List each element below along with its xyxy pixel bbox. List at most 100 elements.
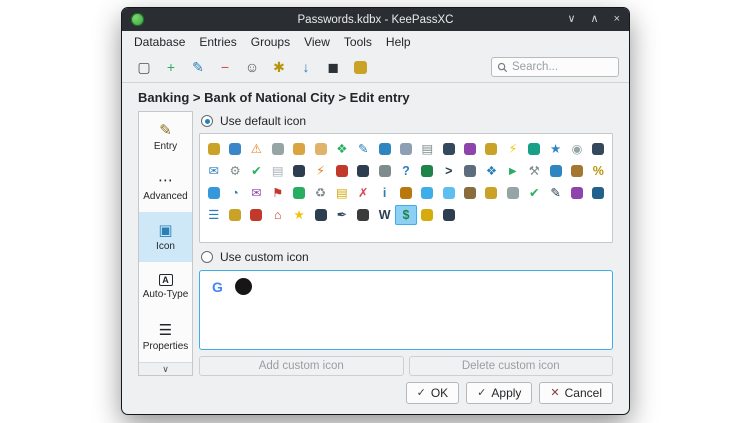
default-icon-key[interactable] — [203, 139, 224, 159]
menu-item-database[interactable]: Database — [127, 33, 192, 51]
search-input[interactable] — [512, 61, 613, 73]
default-icon-world[interactable] — [224, 139, 245, 159]
apply-button[interactable]: ✓ Apply — [466, 382, 532, 404]
default-icon-lock-open[interactable] — [481, 183, 502, 203]
default-icon-user-key[interactable] — [224, 205, 245, 225]
edit-entry-button[interactable]: ✎ — [186, 55, 210, 79]
default-icon-checked[interactable]: ✔ — [524, 183, 545, 203]
maximize-icon[interactable]: ∧ — [591, 14, 599, 25]
default-icon-money[interactable]: $ — [395, 205, 416, 225]
default-icon-scanner[interactable] — [524, 139, 545, 159]
delete-entry-button[interactable]: − — [213, 55, 237, 79]
default-icon-paper-question[interactable]: ? — [395, 161, 416, 181]
default-icon-ir-communication[interactable] — [459, 139, 480, 159]
default-icon-list[interactable]: ☰ — [203, 205, 224, 225]
default-icon-phone[interactable] — [438, 205, 459, 225]
default-icon-network-server[interactable] — [267, 139, 288, 159]
default-icon-note[interactable]: ▤ — [331, 183, 352, 203]
default-icon-terminal-encrypted[interactable] — [417, 161, 438, 181]
default-icon-tux[interactable] — [310, 205, 331, 225]
default-icon-info[interactable]: i — [374, 183, 395, 203]
default-icon-folder-open[interactable] — [438, 183, 459, 203]
default-icon-world-socket[interactable] — [374, 139, 395, 159]
default-icon-clock[interactable]: ◔ — [224, 183, 245, 203]
menu-item-tools[interactable]: Tools — [337, 33, 379, 51]
default-icon-email-search[interactable]: ✉ — [246, 183, 267, 203]
default-icon-paper-flag[interactable]: ⚑ — [267, 183, 288, 203]
default-icon-star[interactable]: ★ — [288, 205, 309, 225]
default-icon-digicam[interactable] — [438, 139, 459, 159]
default-icon-drive-windows[interactable] — [203, 183, 224, 203]
default-icon-disk[interactable] — [353, 161, 374, 181]
menu-item-groups[interactable]: Groups — [244, 33, 297, 51]
default-icon-run[interactable]: ► — [502, 161, 523, 181]
default-icon-tool[interactable] — [246, 205, 267, 225]
menu-item-view[interactable]: View — [297, 33, 337, 51]
default-icon-package[interactable] — [395, 183, 416, 203]
default-icon-folder[interactable] — [417, 183, 438, 203]
default-icon-notepad[interactable]: ✎ — [353, 139, 374, 159]
ok-button[interactable]: ✓ OK — [406, 382, 460, 404]
default-icon-apple[interactable] — [353, 205, 374, 225]
close-icon[interactable]: × — [614, 14, 620, 25]
default-icon-energy[interactable]: ⚡ — [502, 139, 523, 159]
cancel-button[interactable]: ✕ Cancel — [539, 382, 613, 404]
default-icon-configuration[interactable]: ⚙ — [224, 161, 245, 181]
default-icon-paper-locked[interactable] — [502, 183, 523, 203]
default-icon-user-communication[interactable] — [310, 139, 331, 159]
minimize-icon[interactable]: ∨ — [567, 14, 575, 25]
default-icon-warning[interactable]: ⚠ — [246, 139, 267, 159]
copy-username-button[interactable]: ☺ — [240, 55, 264, 79]
default-icon-energy-careful[interactable]: ⚡ — [310, 161, 331, 181]
use-default-icon-radio[interactable] — [201, 115, 213, 127]
custom-icon-box[interactable]: G — [199, 270, 613, 350]
default-icon-archive[interactable] — [566, 161, 587, 181]
add-entry-button[interactable]: + — [159, 55, 183, 79]
default-icon-homebanking[interactable]: % — [588, 161, 609, 181]
sidebar-item-icon[interactable]: ▣Icon — [139, 212, 192, 262]
delete-custom-icon-button[interactable]: Delete custom icon — [409, 356, 614, 376]
google-custom-icon[interactable]: G — [209, 278, 226, 295]
default-icon-monitor[interactable] — [588, 139, 609, 159]
default-icon-settings[interactable]: ⚒ — [524, 161, 545, 181]
default-icon-certificate[interactable] — [417, 205, 438, 225]
default-icon-world-computer[interactable] — [545, 161, 566, 181]
menu-item-help[interactable]: Help — [379, 33, 418, 51]
default-icon-paper-ready[interactable]: ▤ — [417, 139, 438, 159]
default-icon-console[interactable]: > — [438, 161, 459, 181]
default-icon-screen[interactable] — [288, 161, 309, 181]
use-custom-icon-radio[interactable] — [201, 251, 213, 263]
lock-database-button[interactable] — [348, 55, 372, 79]
default-icon-email[interactable]: ✉ — [203, 161, 224, 181]
default-icon-world-star[interactable]: ★ — [545, 139, 566, 159]
default-icon-memory[interactable] — [288, 183, 309, 203]
default-icon-pen[interactable]: ✎ — [545, 183, 566, 203]
default-icon-cdrom[interactable]: ◉ — [566, 139, 587, 159]
default-icon-marked-directory[interactable] — [288, 139, 309, 159]
default-icon-thumbnail[interactable] — [566, 183, 587, 203]
default-icon-identity[interactable] — [395, 139, 416, 159]
default-icon-paper-new[interactable]: ▤ — [267, 161, 288, 181]
default-icon-wiki[interactable]: W — [374, 205, 395, 225]
default-icon-printer[interactable] — [459, 161, 480, 181]
default-icon-feather[interactable]: ✒ — [331, 205, 352, 225]
default-icon-drive[interactable] — [374, 161, 395, 181]
default-icon-multi-keys[interactable] — [481, 139, 502, 159]
default-icon-trash-bin[interactable]: ♻ — [310, 183, 331, 203]
github-custom-icon[interactable] — [235, 278, 252, 295]
copy-password-button[interactable]: ✱ — [267, 55, 291, 79]
default-icon-expired[interactable]: ✗ — [353, 183, 374, 203]
menu-item-entries[interactable]: Entries — [192, 33, 243, 51]
add-custom-icon-button[interactable]: Add custom icon — [199, 356, 404, 376]
default-icon-box[interactable]: ⚠❖✎▤⚡★◉✉⚙✔▤⚡?>❖►⚒%◔✉⚑♻▤✗i✔✎☰⌂★✒W$ — [199, 133, 613, 243]
search-box[interactable] — [491, 57, 619, 77]
default-icon-folder-package[interactable] — [459, 183, 480, 203]
sidebar-item-properties[interactable]: ☰Properties — [139, 312, 192, 362]
default-icon-book[interactable] — [588, 183, 609, 203]
default-icon-program-icons[interactable]: ❖ — [481, 161, 502, 181]
database-settings-button[interactable]: ◼ — [321, 55, 345, 79]
default-icon-home[interactable]: ⌂ — [267, 205, 288, 225]
default-icon-parts[interactable]: ❖ — [331, 139, 352, 159]
default-icon-email-box[interactable] — [331, 161, 352, 181]
default-icon-clipboard-ready[interactable]: ✔ — [246, 161, 267, 181]
